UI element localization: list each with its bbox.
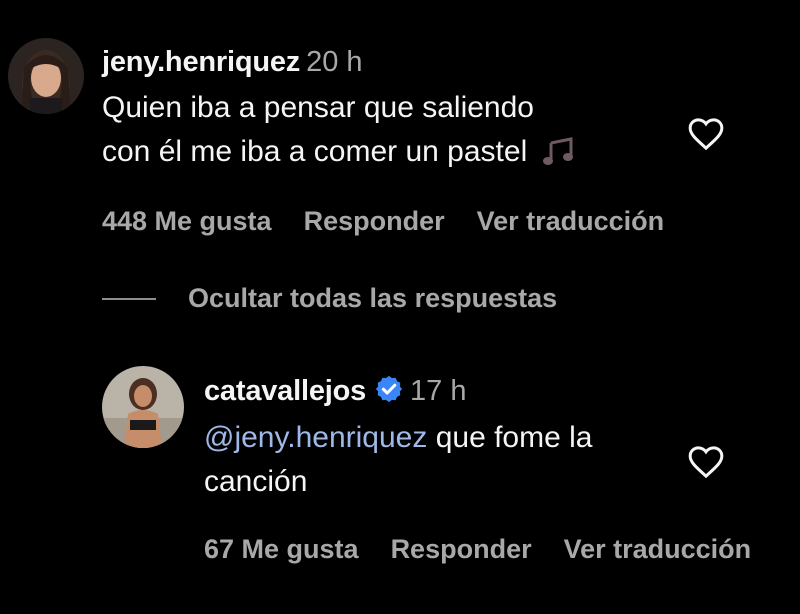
comment-text-line1: Quien iba a pensar que saliendo	[102, 91, 534, 124]
reply-reply-button[interactable]: Responder	[391, 534, 532, 565]
reply-like-heart-icon[interactable]	[686, 442, 726, 482]
reply-likes[interactable]: 67 Me gusta	[204, 534, 359, 565]
reply-text-line2: canción	[204, 465, 308, 498]
avatar-catavallejos[interactable]	[102, 366, 184, 448]
divider-line	[102, 297, 156, 300]
comment-likes[interactable]: 448 Me gusta	[102, 206, 272, 237]
comment-translate-button[interactable]: Ver traducción	[477, 206, 665, 237]
comment-username[interactable]: jeny.henriquez	[102, 46, 300, 78]
reply-translate-button[interactable]: Ver traducción	[564, 534, 752, 565]
hide-replies-label: Ocultar todas las respuestas	[188, 283, 558, 313]
like-heart-icon[interactable]	[686, 114, 726, 154]
verified-badge-icon	[374, 374, 404, 409]
reply-text-line1: que fome la	[427, 421, 593, 454]
reply-username[interactable]: catavallejos	[204, 375, 366, 408]
mention-link[interactable]: @jeny.henriquez	[204, 421, 427, 454]
comment-text-line2: con él me iba a comer un pastel	[102, 135, 528, 168]
comment-jeny: jeny.henriquez 20 h Quien iba a pensar qu…	[0, 0, 800, 260]
avatar-jeny[interactable]	[8, 38, 84, 114]
comment-time[interactable]: 20 h	[306, 46, 362, 78]
music-notes-icon	[541, 137, 577, 167]
comment-reply-button[interactable]: Responder	[304, 206, 445, 237]
reply-catavallejos: catavallejos 17 h @jeny.henriquez que fo…	[0, 350, 800, 614]
reply-time[interactable]: 17 h	[410, 375, 466, 408]
hide-replies-button[interactable]: Ocultar todas las respuestas	[102, 283, 557, 314]
